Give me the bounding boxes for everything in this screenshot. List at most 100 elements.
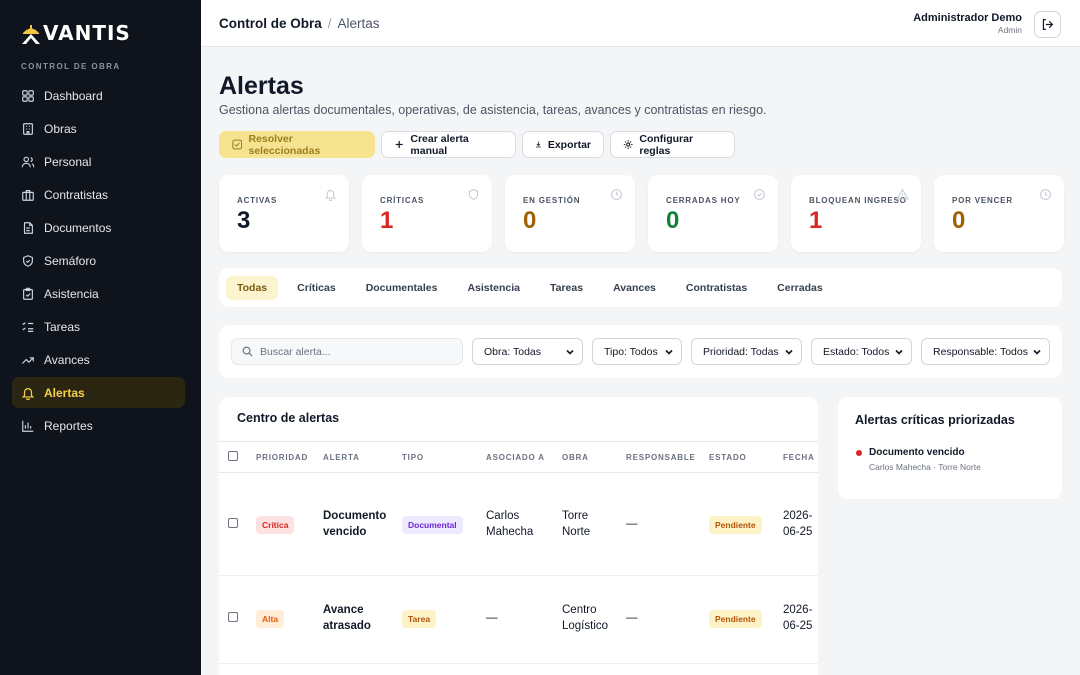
stat-label: ACTIVAS — [237, 196, 278, 205]
stat-value: 1 — [380, 207, 394, 234]
stat-value: 0 — [523, 207, 537, 234]
estado-filter-select[interactable]: Estado: Todos — [811, 338, 912, 365]
sidebar-item-tareas[interactable]: Tareas — [12, 311, 185, 342]
search-input[interactable]: Buscar alerta... — [231, 338, 463, 365]
associated-line: Carlos — [486, 510, 520, 522]
table-row[interactable]: Alta Avance atrasado Tarea — Centro Logíst… — [219, 576, 818, 664]
tipo-filter-select[interactable]: Tipo: Todos — [592, 338, 682, 365]
sidebar-item-label: Alertas — [44, 385, 85, 400]
tipo-filter-value: Tipo: Todos — [604, 345, 658, 358]
stat-label: POR VENCER — [952, 196, 1013, 205]
tab-criticas[interactable]: Críticas — [286, 276, 347, 300]
configure-rules-label: Configurar reglas — [639, 132, 694, 157]
resolve-selected-button[interactable]: Resolver seleccionadas — [219, 131, 375, 158]
status-badge: Pendiente — [709, 610, 762, 628]
row-checkbox[interactable] — [228, 518, 238, 528]
critical-alert-item-title[interactable]: Documento vencido — [869, 447, 965, 458]
stat-card-por-vencer[interactable]: POR VENCER 0 — [934, 175, 1064, 252]
sidebar-item-documentos[interactable]: Documentos — [12, 212, 185, 243]
obra-line: Torre — [562, 510, 589, 522]
responsable-filter-select[interactable]: Responsable: Todos — [921, 338, 1050, 365]
alert-name-line: Avance — [323, 604, 364, 616]
building-icon — [23, 122, 33, 135]
export-button[interactable]: Exportar — [522, 131, 604, 158]
sidebar-item-obras[interactable]: Obras — [12, 113, 185, 144]
logout-icon — [1042, 19, 1054, 30]
stat-label: CRÍTICAS — [380, 196, 425, 205]
trending-up-icon — [21, 356, 34, 364]
status-badge: Pendiente — [709, 516, 762, 534]
stat-card-en-gestion[interactable]: EN GESTIÓN 0 — [505, 175, 635, 252]
column-header-asociado[interactable]: ASOCIADO A — [486, 453, 545, 462]
column-header-fecha[interactable]: FECHA — [783, 453, 815, 462]
tab-tareas[interactable]: Tareas — [539, 276, 594, 300]
user-role: Admin — [997, 25, 1022, 35]
tab-asistencia[interactable]: Asistencia — [456, 276, 531, 300]
table-row[interactable]: Crítica Documento vencido Documental Carl… — [219, 473, 818, 576]
brand-logo[interactable]: VANTIS — [19, 20, 131, 46]
sidebar-item-avances[interactable]: Avances — [12, 344, 185, 375]
column-header-responsable[interactable]: RESPONSABLE — [626, 453, 696, 462]
select-all-checkbox[interactable] — [228, 451, 238, 461]
stat-label: EN GESTIÓN — [523, 196, 581, 205]
shield-icon — [468, 189, 479, 200]
download-icon — [535, 141, 541, 148]
users-icon — [21, 156, 35, 167]
obra-filter-select[interactable]: Obra: Todas — [472, 338, 583, 365]
alert-name[interactable]: Documento vencido — [323, 508, 386, 540]
column-header-estado[interactable]: ESTADO — [709, 453, 747, 462]
stat-card-activas[interactable]: ACTIVAS 3 — [219, 175, 349, 252]
sidebar-item-personal[interactable]: Personal — [12, 146, 185, 177]
briefcase-icon — [22, 189, 34, 201]
sidebar-item-alertas[interactable]: Alertas — [12, 377, 185, 408]
column-header-alerta[interactable]: ALERTA — [323, 453, 360, 462]
sidebar-item-semaforo[interactable]: Semáforo — [12, 245, 185, 276]
chevron-down-icon — [785, 349, 793, 355]
check-square-icon — [232, 139, 243, 150]
stat-card-bloquean-ingreso[interactable]: BLOQUEAN INGRESO 1 — [791, 175, 921, 252]
filter-bar: Buscar alerta... Obra: Todas Tipo: Todos… — [219, 325, 1062, 378]
configure-rules-button[interactable]: Configurar reglas — [610, 131, 735, 158]
stat-card-criticas[interactable]: CRÍTICAS 1 — [362, 175, 492, 252]
user-info: Administrador Demo Admin — [913, 12, 1022, 35]
sidebar-item-contratistas[interactable]: Contratistas — [12, 179, 185, 210]
stat-value: 0 — [666, 207, 680, 234]
critical-alerts-panel: Alertas críticas priorizadas Documento v… — [838, 397, 1062, 499]
column-header-obra[interactable]: OBRA — [562, 453, 589, 462]
associated-to: Carlos Mahecha — [486, 508, 533, 540]
action-bar: Resolver seleccionadas Crear alerta manu… — [219, 131, 735, 158]
logout-button[interactable] — [1034, 11, 1061, 38]
grid-icon — [22, 89, 34, 102]
column-header-tipo[interactable]: TIPO — [402, 453, 424, 462]
alert-name[interactable]: Avance atrasado — [323, 602, 371, 634]
associated-to: — — [486, 612, 498, 624]
breadcrumb-root[interactable]: Control de Obra — [219, 16, 322, 31]
sidebar-item-asistencia[interactable]: Asistencia — [12, 278, 185, 309]
bell-icon — [21, 387, 35, 400]
bell-icon — [324, 189, 337, 201]
tab-todas[interactable]: Todas — [226, 275, 279, 300]
priority-badge: Alta — [256, 610, 285, 628]
prioridad-filter-value: Prioridad: Todas — [703, 345, 779, 358]
tab-avances[interactable]: Avances — [602, 276, 667, 300]
column-header-prioridad[interactable]: PRIORIDAD — [256, 453, 308, 462]
chevron-down-icon — [895, 349, 903, 355]
export-label: Exportar — [547, 138, 591, 151]
sidebar-item-dashboard[interactable]: Dashboard — [12, 80, 185, 111]
stat-card-cerradas-hoy[interactable]: CERRADAS HOY 0 — [648, 175, 778, 252]
tab-documentales[interactable]: Documentales — [355, 276, 449, 300]
plus-icon — [395, 141, 403, 148]
prioridad-filter-select[interactable]: Prioridad: Todas — [691, 338, 802, 365]
sidebar-item-reportes[interactable]: Reportes — [12, 410, 185, 441]
tab-cerradas[interactable]: Cerradas — [766, 276, 834, 300]
stat-value: 1 — [809, 207, 823, 234]
obra-name: Torre Norte — [562, 508, 590, 540]
stats-row: ACTIVAS 3 CRÍTICAS 1 EN GESTIÓN 0 CERRAD… — [219, 175, 1064, 252]
sidebar-item-label: Reportes — [44, 418, 93, 433]
clock-icon — [611, 189, 622, 200]
row-checkbox[interactable] — [228, 612, 238, 622]
create-alert-button[interactable]: Crear alerta manual — [381, 131, 516, 158]
warning-icon — [896, 188, 909, 200]
stat-value: 0 — [952, 207, 966, 234]
tab-contratistas[interactable]: Contratistas — [675, 276, 758, 300]
